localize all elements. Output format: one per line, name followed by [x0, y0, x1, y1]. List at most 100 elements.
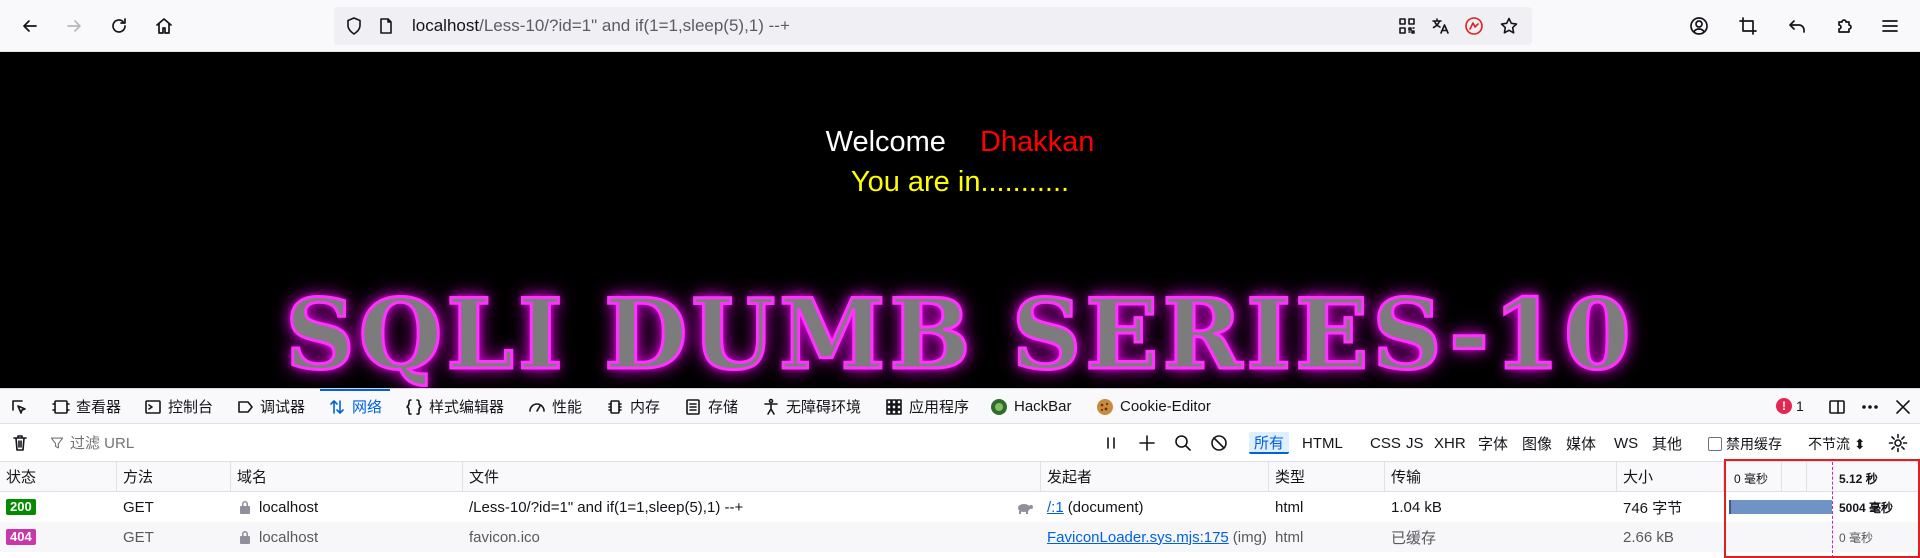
series-banner: SQLI DUMB SERIES-10	[284, 277, 1635, 389]
page-icon[interactable]	[376, 16, 396, 36]
table-row[interactable]: 404 GET localhost favicon.ico FaviconLoa…	[0, 522, 1920, 552]
url-text[interactable]: localhost/Less-10/?id=1" and if(1=1,slee…	[412, 16, 790, 36]
tab-accessibility[interactable]: 无障碍环境	[762, 389, 861, 424]
forward-icon[interactable]	[58, 10, 90, 42]
filter-js[interactable]: JS	[1401, 432, 1429, 454]
inspector-icon	[52, 398, 70, 416]
filter-all[interactable]: 所有	[1249, 432, 1290, 454]
welcome-text: Welcome	[825, 126, 946, 158]
cookie-icon	[1096, 398, 1114, 416]
error-icon: !	[1776, 398, 1792, 414]
waterfall-highlight-box	[1724, 459, 1920, 558]
application-icon	[885, 398, 903, 416]
translate-icon[interactable]	[1430, 16, 1450, 36]
search-icon[interactable]	[1173, 433, 1193, 453]
tab-console[interactable]: 控制台	[144, 389, 213, 424]
disable-cache-label: 禁用缓存	[1726, 436, 1782, 452]
initiator-link[interactable]: FaviconLoader.sys.mjs:175	[1047, 529, 1229, 546]
col-type[interactable]: 类型	[1269, 462, 1385, 492]
size-cell: 746 字节	[1623, 499, 1683, 517]
col-method[interactable]: 方法	[117, 462, 231, 492]
block-icon[interactable]	[1209, 433, 1229, 453]
puzzle-icon[interactable]	[1829, 10, 1861, 42]
star-icon[interactable]	[1499, 16, 1519, 36]
col-transfer[interactable]: 传输	[1385, 462, 1617, 492]
tab-inspector[interactable]: 查看器	[52, 389, 121, 424]
element-picker-icon[interactable]	[10, 389, 28, 424]
filter-css[interactable]: CSS	[1365, 432, 1406, 454]
welcome-name: Dhakkan	[979, 126, 1095, 158]
tab-network[interactable]: 网络	[319, 389, 391, 424]
transfer-cell: 1.04 kB	[1391, 498, 1442, 516]
tab-label: HackBar	[1014, 398, 1072, 415]
throttle-select[interactable]: 不节流 ⬍	[1808, 434, 1866, 454]
filter-other[interactable]: 其他	[1647, 432, 1687, 454]
hackbar-icon	[990, 398, 1008, 416]
tab-cookie-editor[interactable]: Cookie-Editor	[1096, 389, 1211, 424]
home-icon[interactable]	[148, 10, 180, 42]
size-cell: 2.66 kB	[1623, 528, 1674, 546]
extension-red-icon[interactable]	[1464, 16, 1484, 36]
close-devtools-icon[interactable]	[1893, 397, 1913, 417]
debugger-icon	[236, 398, 254, 416]
account-icon[interactable]	[1683, 10, 1715, 42]
filter-url-input[interactable]	[48, 432, 1088, 454]
tab-application[interactable]: 应用程序	[885, 389, 969, 424]
col-file[interactable]: 文件	[463, 462, 1041, 492]
tab-storage[interactable]: 存储	[684, 389, 738, 424]
devtools-tabbar: 查看器 控制台 调试器 网络 样式编辑器 性能 内存 存储 无障碍环境 应用程序…	[0, 388, 1920, 424]
initiator-link[interactable]: /:1	[1047, 499, 1064, 516]
domain-cell: localhost	[231, 522, 463, 552]
domain-cell: localhost	[231, 492, 463, 522]
accessibility-icon	[762, 398, 780, 416]
tab-memory[interactable]: 内存	[606, 389, 660, 424]
status-badge: 200	[6, 499, 36, 515]
filter-ws[interactable]: WS	[1609, 432, 1643, 454]
filter-xhr[interactable]: XHR	[1429, 432, 1471, 454]
url-bar[interactable]: localhost/Less-10/?id=1" and if(1=1,slee…	[334, 7, 1532, 45]
filter-html[interactable]: HTML	[1297, 432, 1348, 454]
add-icon[interactable]	[1137, 433, 1157, 453]
qr-icon[interactable]	[1397, 16, 1417, 36]
error-count-badge[interactable]: ! 1	[1776, 398, 1804, 414]
status-badge: 404	[6, 529, 36, 545]
undo-icon[interactable]	[1781, 10, 1813, 42]
domain-text: localhost	[259, 498, 319, 516]
disable-cache-checkbox[interactable]: 禁用缓存	[1708, 434, 1782, 454]
crop-icon[interactable]	[1732, 10, 1764, 42]
console-icon	[144, 398, 162, 416]
tab-hackbar[interactable]: HackBar	[990, 389, 1072, 424]
gear-icon[interactable]	[1888, 433, 1908, 453]
filter-media[interactable]: 媒体	[1561, 432, 1601, 454]
checkbox-box[interactable]	[1708, 437, 1722, 451]
initiator-extra: (document)	[1067, 498, 1144, 516]
col-initiator[interactable]: 发起者	[1041, 462, 1269, 492]
tab-debugger[interactable]: 调试器	[236, 389, 305, 424]
col-size[interactable]: 大小	[1617, 462, 1724, 492]
col-status[interactable]: 状态	[0, 462, 117, 492]
menu-icon[interactable]	[1874, 10, 1906, 42]
pause-icon[interactable]	[1101, 433, 1121, 453]
tab-label: 样式编辑器	[429, 399, 505, 416]
tab-style-editor[interactable]: 样式编辑器	[405, 389, 504, 424]
transfer-cell: 已缓存	[1391, 529, 1437, 547]
trash-icon[interactable]	[10, 433, 30, 453]
reload-icon[interactable]	[103, 10, 135, 42]
network-toolbar: 所有 HTML CSS JS XHR 字体 图像 媒体 WS 其他 禁用缓存 不…	[0, 424, 1920, 462]
back-icon[interactable]	[14, 10, 46, 42]
shield-icon[interactable]	[344, 16, 364, 36]
col-domain[interactable]: 域名	[231, 462, 463, 492]
status-cell: 200	[0, 492, 117, 522]
url-path: /Less-10/?id=1" and if(1=1,sleep(5),1) -…	[479, 16, 790, 35]
table-row[interactable]: 200 GET localhost /Less-10/?id=1" and if…	[0, 492, 1920, 522]
filter-fonts[interactable]: 字体	[1473, 432, 1513, 454]
request-table: 状态 方法 域名 文件 发起者 类型 传输 大小 200 GET localho…	[0, 462, 1920, 558]
tab-label: 调试器	[260, 399, 306, 416]
lock-icon	[237, 529, 253, 545]
dock-toggle-icon[interactable]	[1827, 397, 1847, 417]
tab-performance[interactable]: 性能	[528, 389, 582, 424]
filter-images[interactable]: 图像	[1517, 432, 1557, 454]
page-content: Welcome Dhakkan You are in........... SQL…	[0, 52, 1920, 388]
tab-label: 控制台	[168, 399, 214, 416]
more-options-icon[interactable]	[1860, 397, 1880, 417]
